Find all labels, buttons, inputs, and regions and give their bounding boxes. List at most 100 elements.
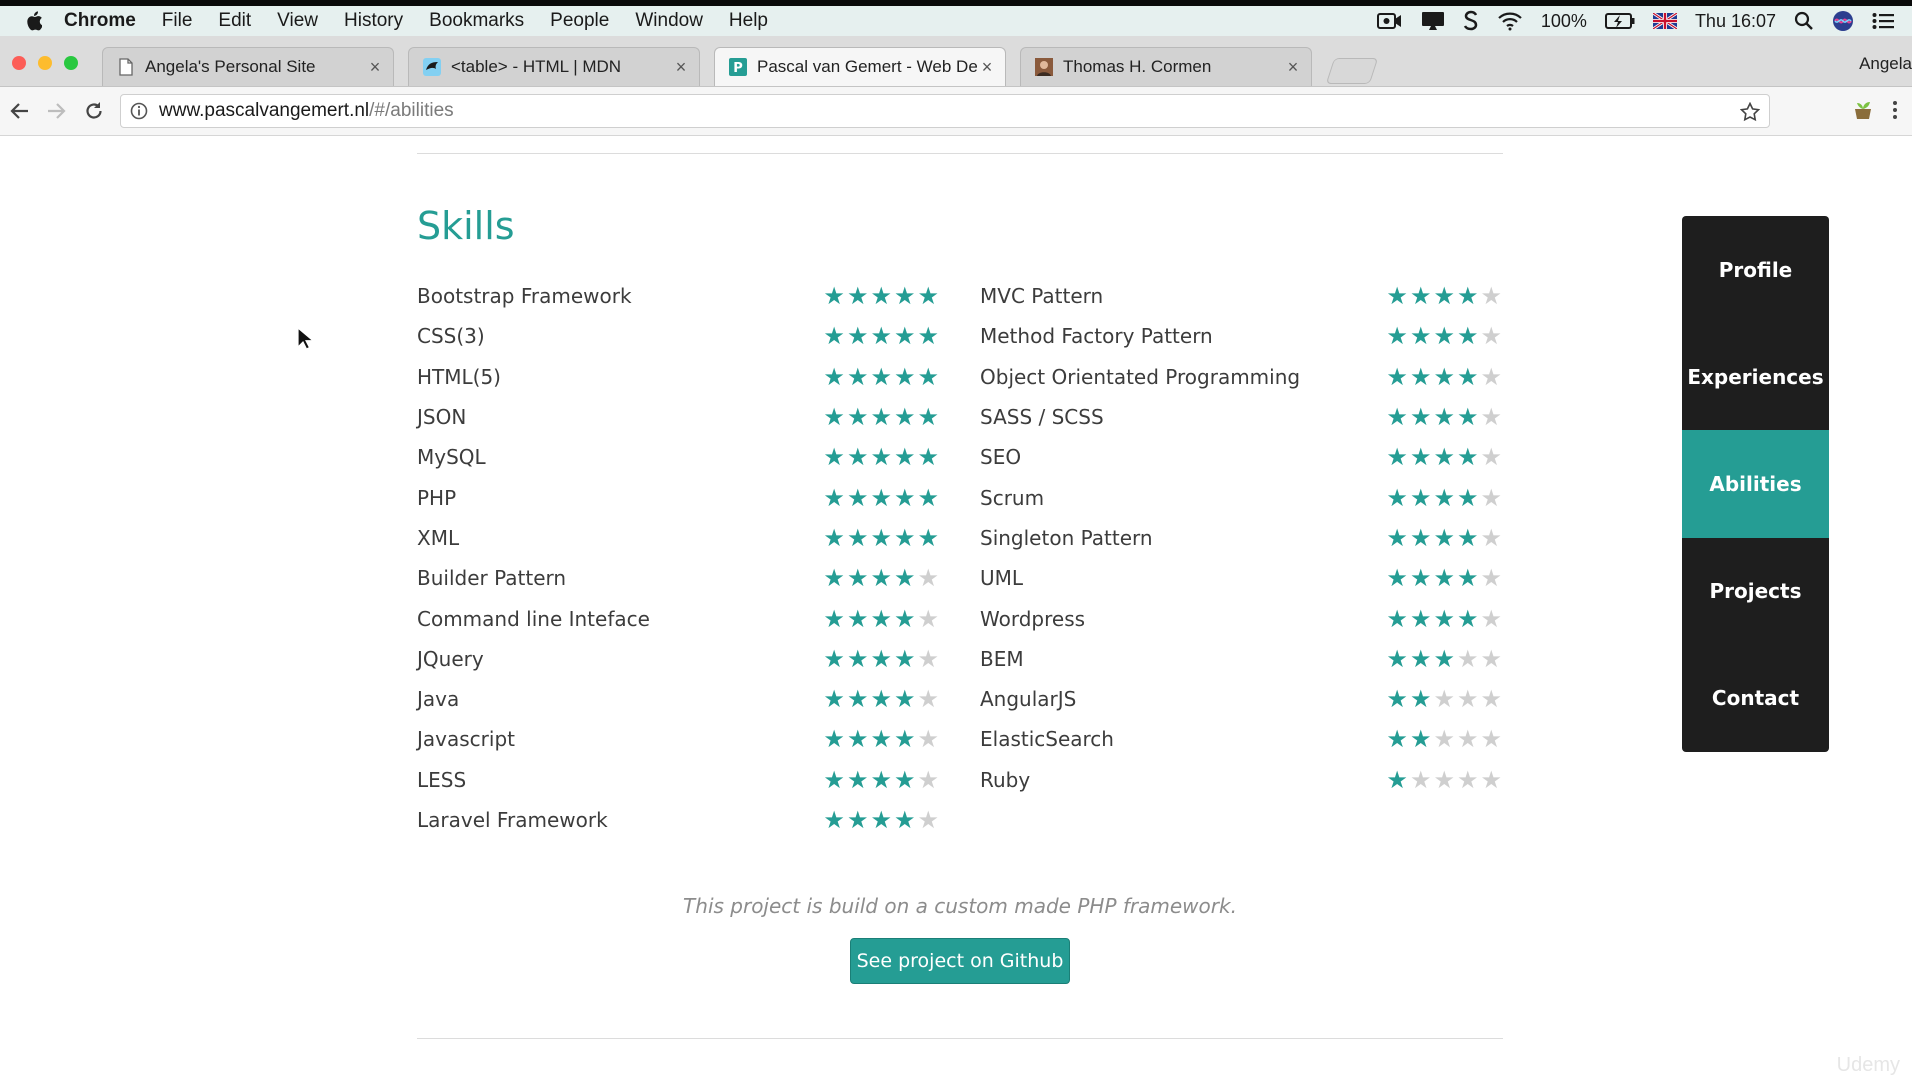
star-filled-icon: ★ — [870, 564, 892, 593]
skill-name: Method Factory Pattern — [980, 324, 1213, 349]
menu-file[interactable]: File — [162, 10, 193, 32]
star-filled-icon: ★ — [846, 806, 869, 834]
star-empty-icon: ★ — [1480, 644, 1502, 673]
menu-people[interactable]: People — [550, 10, 609, 32]
star-filled-icon: ★ — [846, 282, 869, 311]
menu-window[interactable]: Window — [635, 10, 703, 32]
star-filled-icon: ★ — [823, 403, 845, 432]
star-filled-icon: ★ — [893, 644, 916, 673]
extension-icon[interactable] — [1851, 98, 1875, 122]
star-filled-icon: ★ — [917, 483, 939, 512]
star-filled-icon: ★ — [1433, 523, 1455, 552]
sidenav-item-experiences[interactable]: Experiences — [1682, 323, 1829, 430]
sidenav-item-profile[interactable]: Profile — [1682, 216, 1829, 323]
star-filled-icon: ★ — [1433, 483, 1455, 512]
star-filled-icon: ★ — [870, 604, 892, 633]
tab-close-icon[interactable]: × — [977, 57, 997, 78]
site-info-icon[interactable] — [129, 101, 149, 121]
skill-rating: ★ ★ ★ ★ ★ — [823, 405, 939, 429]
star-filled-icon: ★ — [846, 604, 869, 633]
star-filled-icon: ★ — [1456, 523, 1479, 552]
sidenav-item-abilities[interactable]: Abilities — [1682, 430, 1829, 538]
tab-pascal-van-gemert[interactable]: P Pascal van Gemert - Web Developer × — [714, 47, 1006, 86]
tab-close-icon[interactable]: × — [365, 57, 385, 78]
skill-name: Wordpress — [980, 606, 1086, 631]
new-tab-button[interactable] — [1325, 58, 1379, 84]
reload-icon[interactable] — [82, 99, 106, 123]
skill-row: Wordpress ★ ★ ★ ★ ★ — [980, 598, 1502, 638]
address-bar[interactable]: www.pascalvangemert.nl/#/abilities — [120, 94, 1770, 128]
star-empty-icon: ★ — [1480, 725, 1502, 754]
skype-icon[interactable] — [1463, 10, 1479, 32]
tab-angelas-personal-site[interactable]: Angela's Personal Site × — [102, 47, 394, 86]
skill-name: Command line Inteface — [417, 606, 650, 631]
forward-arrow-icon[interactable] — [44, 99, 68, 123]
url-host: www.pascalvangemert.nl — [159, 100, 370, 121]
star-filled-icon: ★ — [917, 362, 939, 391]
skill-rating: ★ ★ ★ ★ ★ — [1386, 284, 1502, 308]
window-zoom-button[interactable] — [64, 56, 78, 70]
star-filled-icon: ★ — [893, 765, 916, 794]
star-filled-icon: ★ — [870, 523, 892, 552]
star-filled-icon: ★ — [1409, 685, 1432, 714]
window-minimize-button[interactable] — [38, 56, 52, 70]
star-filled-icon: ★ — [870, 644, 892, 673]
menu-edit[interactable]: Edit — [218, 10, 251, 32]
back-arrow-icon[interactable] — [8, 99, 32, 123]
star-filled-icon: ★ — [1456, 282, 1479, 311]
skill-name: Ruby — [980, 767, 1031, 792]
tab-title: Thomas H. Cormen — [1063, 57, 1212, 76]
macos-menu-bar: Chrome File Edit View History Bookmarks … — [0, 6, 1912, 36]
screen-record-icon[interactable] — [1376, 12, 1403, 30]
apple-logo-icon[interactable] — [22, 10, 44, 32]
star-empty-icon: ★ — [1480, 765, 1502, 794]
github-project-button[interactable]: See project on Github — [850, 938, 1070, 984]
tab-mdn-table[interactable]: <table> - HTML | MDN × — [408, 47, 700, 86]
skill-rating: ★ ★ ★ ★ ★ — [823, 768, 939, 792]
menu-app-chrome[interactable]: Chrome — [64, 10, 136, 32]
star-filled-icon: ★ — [1386, 403, 1408, 432]
star-filled-icon: ★ — [846, 725, 869, 754]
star-empty-icon: ★ — [917, 685, 939, 714]
star-filled-icon: ★ — [1409, 403, 1432, 432]
skill-row: XML ★ ★ ★ ★ ★ — [417, 518, 939, 558]
tab-close-icon[interactable]: × — [1283, 57, 1303, 78]
star-filled-icon: ★ — [823, 443, 845, 472]
battery-charging-icon[interactable] — [1604, 12, 1635, 30]
spotlight-search-icon[interactable] — [1794, 11, 1814, 31]
sidenav-item-contact[interactable]: Contact — [1682, 645, 1829, 752]
sidenav-item-projects[interactable]: Projects — [1682, 538, 1829, 645]
star-filled-icon: ★ — [1386, 483, 1408, 512]
chrome-profile-name[interactable]: Angela — [1859, 54, 1912, 74]
star-empty-icon: ★ — [917, 644, 939, 673]
uk-flag-icon[interactable] — [1652, 13, 1677, 29]
menu-view[interactable]: View — [277, 10, 318, 32]
menu-history[interactable]: History — [344, 10, 403, 32]
document-icon — [117, 58, 135, 76]
star-filled-icon: ★ — [1409, 644, 1432, 673]
notification-center-icon[interactable] — [1872, 12, 1894, 30]
star-filled-icon: ★ — [1386, 685, 1408, 714]
skill-name: CSS(3) — [417, 324, 485, 349]
tab-close-icon[interactable]: × — [671, 57, 691, 78]
project-note: This project is build on a custom made P… — [683, 894, 1237, 918]
star-filled-icon: ★ — [823, 564, 845, 593]
chrome-menu-icon[interactable] — [1890, 98, 1900, 122]
skill-name: SASS / SCSS — [980, 405, 1104, 430]
mouse-cursor-icon — [297, 327, 313, 350]
skill-row: Builder Pattern ★ ★ ★ ★ ★ — [417, 558, 939, 598]
star-empty-icon: ★ — [1409, 765, 1432, 794]
wifi-icon[interactable] — [1497, 11, 1523, 31]
skill-row: Command line Inteface ★ ★ ★ ★ ★ — [417, 598, 939, 638]
siri-icon[interactable] — [1832, 10, 1854, 32]
display-icon[interactable] — [1421, 11, 1445, 31]
menu-bar-clock[interactable]: Thu 16:07 — [1695, 11, 1776, 32]
star-filled-icon: ★ — [1433, 443, 1455, 472]
menu-bookmarks[interactable]: Bookmarks — [429, 10, 524, 32]
window-close-button[interactable] — [12, 56, 26, 70]
menu-help[interactable]: Help — [729, 10, 768, 32]
section-divider-top — [417, 153, 1503, 154]
skill-name: JQuery — [417, 646, 484, 671]
tab-thomas-cormen[interactable]: Thomas H. Cormen × — [1020, 47, 1312, 86]
bookmark-star-icon[interactable] — [1739, 101, 1761, 123]
